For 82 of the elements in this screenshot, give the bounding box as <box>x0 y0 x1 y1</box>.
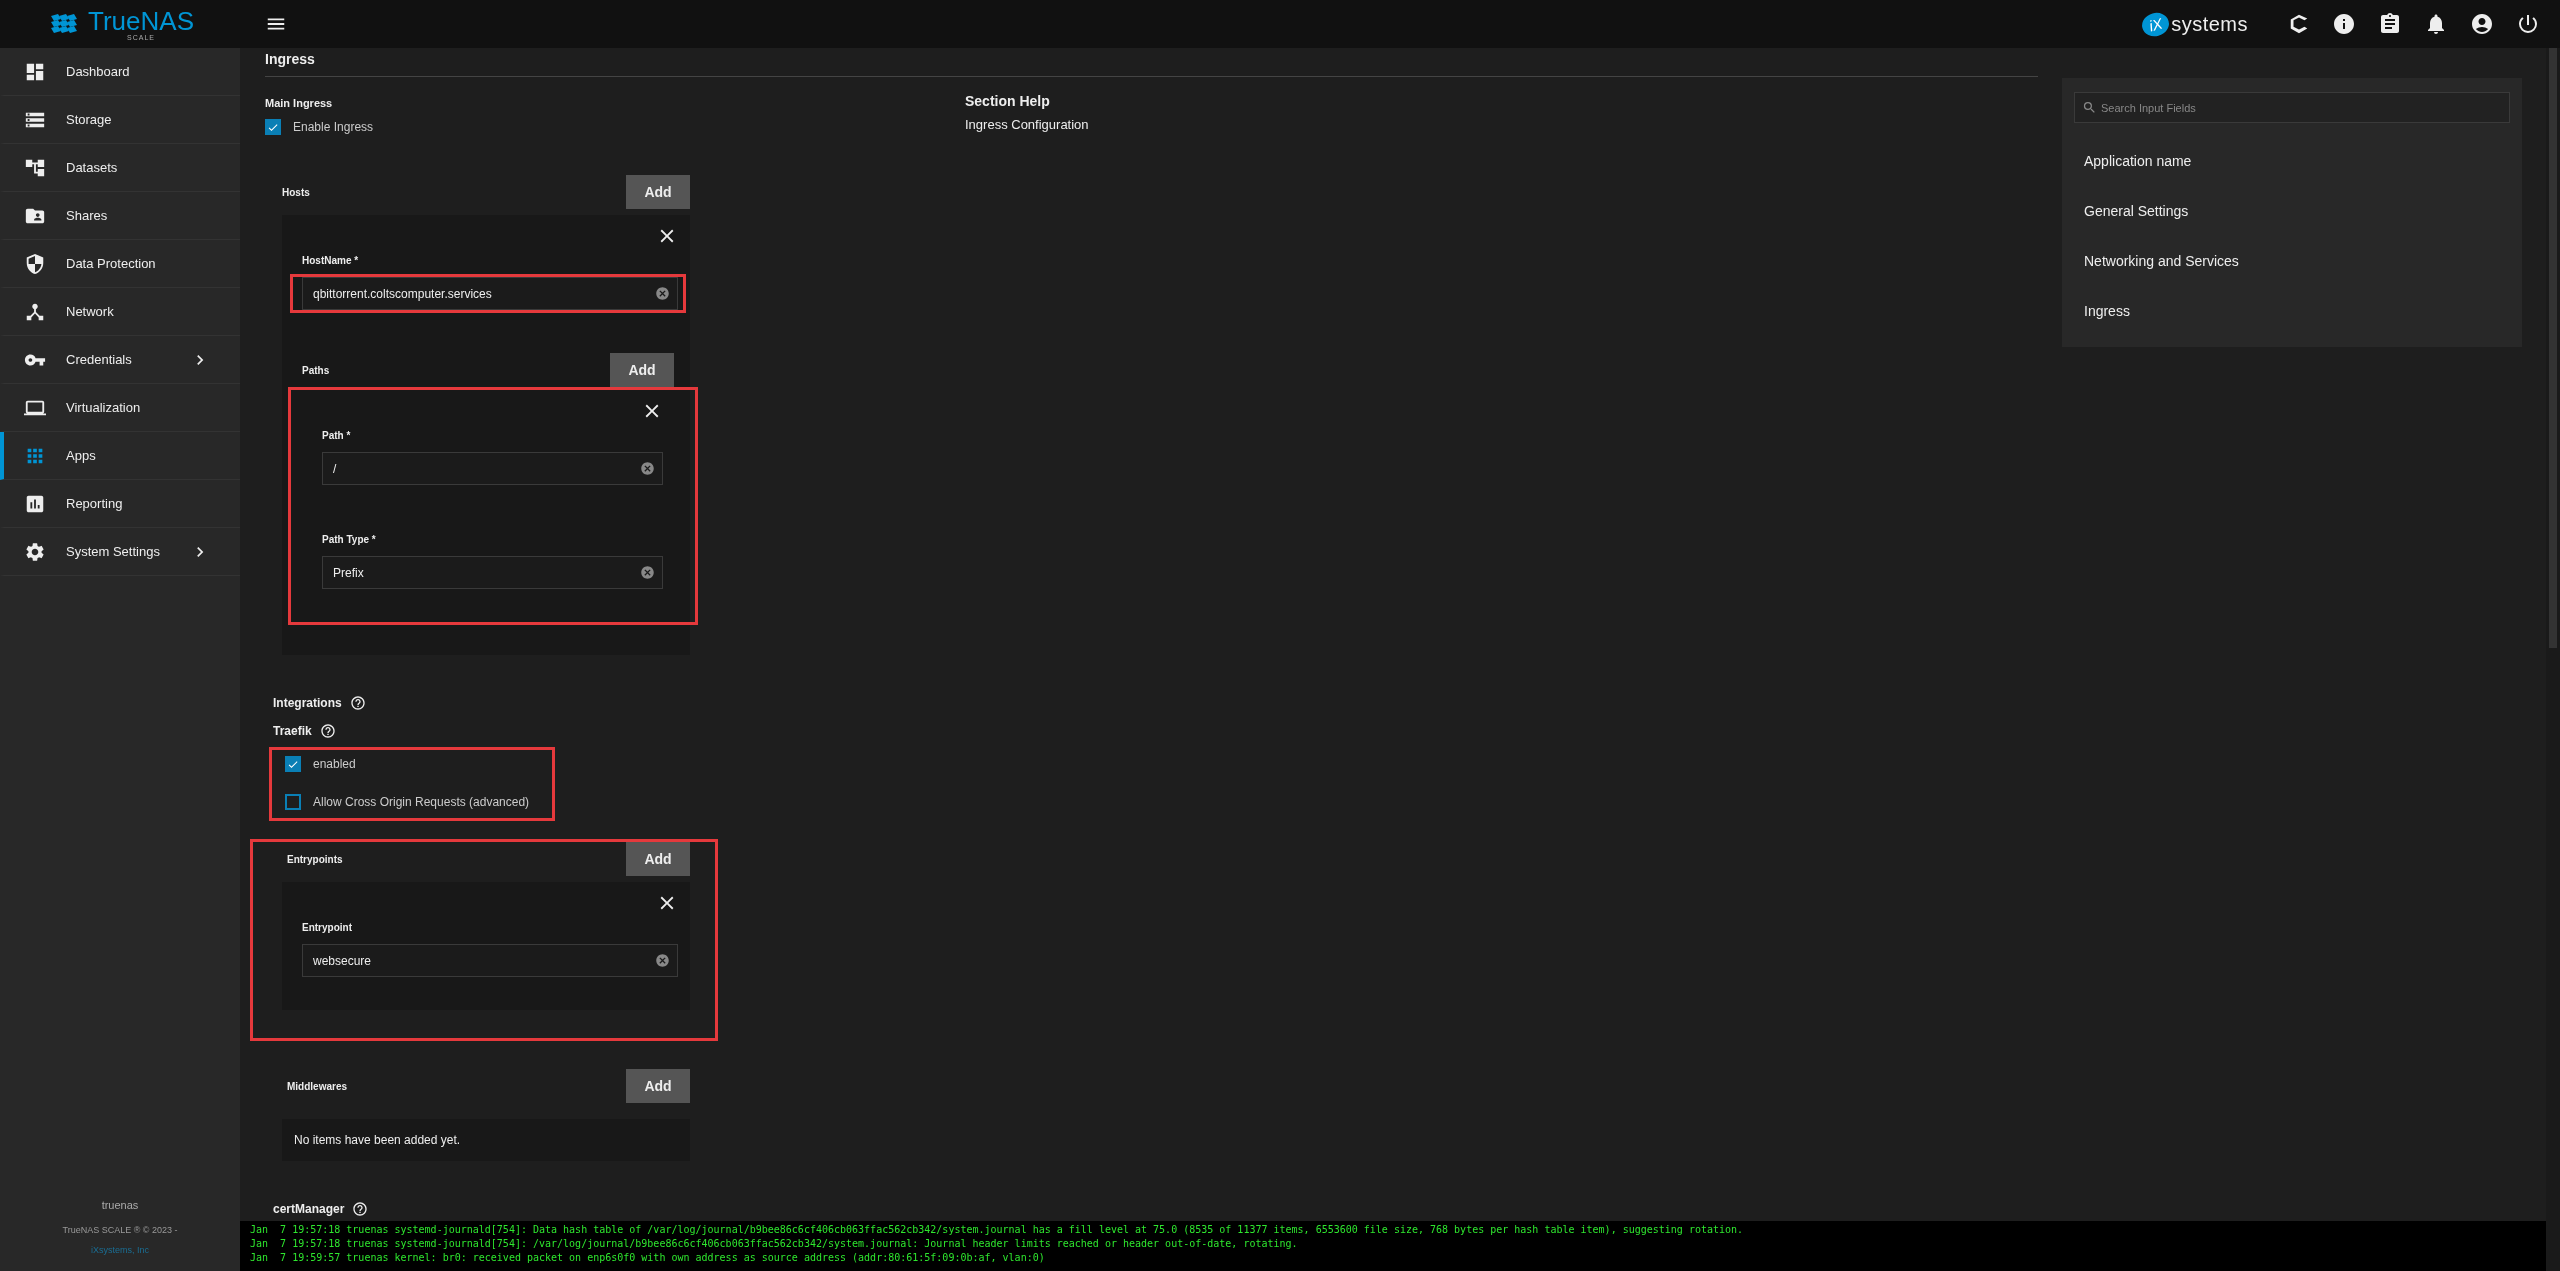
logo-text: TrueNAS <box>88 7 194 34</box>
console-line: Jan 7 19:57:18 truenas systemd-journald[754]: Data hash table of /var/log/journal/b9bee86c6cf406cb063ffac562cb342/system.journal has a fill level at 75.0 (8535 of 11377 items, 6553600 file size, 768 bytes per hash table item), suggesting rotation. <box>250 1223 1745 1237</box>
checkbox-label: Enable Ingress <box>293 120 374 134</box>
settings-icon <box>24 540 46 563</box>
sidebar-item[interactable]: System Settings <box>0 528 240 576</box>
sidebar-item[interactable]: Network <box>0 288 240 336</box>
sidebar-label: Datasets <box>66 160 119 175</box>
empty-message: No items have been added yet. <box>282 1119 690 1161</box>
help-text: Ingress Configuration <box>965 117 1090 132</box>
field-label: HostName * <box>302 255 360 266</box>
sidebar-label: Data Protection <box>66 256 157 271</box>
clear-icon[interactable] <box>655 286 670 301</box>
sidebar-label: Dashboard <box>66 64 131 79</box>
sidebar-item[interactable]: Datasets <box>0 144 240 192</box>
checkbox[interactable] <box>265 119 281 135</box>
text-field[interactable]: Prefix <box>322 556 663 589</box>
checkbox-row[interactable]: enabled <box>285 756 536 772</box>
text-field[interactable]: websecure <box>302 944 678 977</box>
sidebar-item[interactable]: Reporting <box>0 480 240 528</box>
vendor-logo-text: systems <box>2171 12 2248 36</box>
clear-icon[interactable] <box>640 565 655 580</box>
sidebar-label: Apps <box>66 448 97 463</box>
add-button[interactable]: Add <box>610 353 674 387</box>
shield-icon <box>24 252 46 275</box>
hostname-text: truenas <box>101 1199 139 1211</box>
help-icon[interactable] <box>352 1201 369 1217</box>
sidebar-label: Reporting <box>66 496 124 511</box>
clipboard-icon[interactable] <box>2378 12 2402 36</box>
checkbox-row[interactable]: Allow Cross Origin Requests (advanced) <box>285 794 536 810</box>
text-field[interactable]: / <box>322 452 663 485</box>
console-line: Jan 7 19:59:57 truenas kernel: br0: received packet on enp6s0f0 with own address as source address (addr:80:61:5f:09:0b:af, vlan:0) <box>250 1251 1046 1265</box>
clear-icon[interactable] <box>640 461 655 476</box>
sidebar-item[interactable]: Virtualization <box>0 384 240 432</box>
checkbox-label: Allow Cross Origin Requests (advanced) <box>313 795 530 809</box>
console-line: Jan 7 19:57:18 truenas systemd-journald[754]: /var/log/journal/b9bee86c6cf406cb063ffac562cb342/system.journal: Journal header limits reached or header out-of-date, rotating. <box>250 1237 1299 1251</box>
field-label: Entrypoint <box>302 922 353 933</box>
list-label: Hosts <box>282 186 310 198</box>
clear-icon[interactable] <box>655 953 670 968</box>
add-button[interactable]: Add <box>626 175 690 209</box>
checkbox[interactable] <box>285 794 301 810</box>
sidebar-label: System Settings <box>66 544 161 559</box>
field-label: Path * <box>322 430 352 441</box>
account-icon[interactable] <box>2470 12 2494 36</box>
text-field[interactable]: qbittorrent.coltscomputer.services <box>302 277 678 310</box>
field-label: Path Type * <box>322 534 377 545</box>
sidebar-item[interactable]: Storage <box>0 96 240 144</box>
cert-manager-title: certManager <box>273 1202 345 1216</box>
help-icon[interactable] <box>319 723 336 739</box>
group-title: Main Ingress <box>265 97 334 109</box>
section-nav-link[interactable]: Networking and Services <box>2074 237 2510 287</box>
sidebar-item[interactable]: Apps <box>0 432 240 480</box>
add-button[interactable]: Add <box>626 842 690 876</box>
section-title: Ingress <box>265 48 2038 77</box>
checkbox[interactable] <box>285 756 301 772</box>
info-icon[interactable] <box>2332 12 2356 36</box>
copyright-text: TrueNAS SCALE ® © 2023 - <box>62 1225 178 1235</box>
power-icon[interactable] <box>2516 12 2540 36</box>
sidebar-label: Storage <box>66 112 113 127</box>
section-nav-link[interactable]: Application name <box>2074 137 2510 187</box>
checkbox-row[interactable]: Enable Ingress <box>265 119 965 135</box>
integrations-title: Integrations <box>273 696 342 710</box>
search-field[interactable]: Search Input Fields <box>2074 92 2510 123</box>
list-label: Middlewares <box>286 1080 348 1092</box>
sidebar-item[interactable]: Dashboard <box>0 48 240 96</box>
scrollbar[interactable] <box>2546 48 2560 1271</box>
add-button[interactable]: Add <box>626 1069 690 1103</box>
sidebar-label: Network <box>66 304 115 319</box>
sidebar-label: Credentials <box>66 352 133 367</box>
sidebar-item[interactable]: Shares <box>0 192 240 240</box>
checkbox-label: enabled <box>313 757 356 771</box>
sidebar-item[interactable]: Data Protection <box>0 240 240 288</box>
sidebar-label: Shares <box>66 208 109 223</box>
help-icon[interactable] <box>349 695 366 711</box>
traefik-title: Traefik <box>273 724 312 738</box>
list-label: Entrypoints <box>286 853 343 865</box>
help-title: Section Help <box>965 93 1051 109</box>
sidebar-label: Virtualization <box>66 400 142 415</box>
section-nav-link[interactable]: General Settings <box>2074 187 2510 237</box>
sidebar-item[interactable]: Credentials <box>0 336 240 384</box>
search-icon <box>2082 100 2097 115</box>
section-nav-link[interactable]: Ingress <box>2074 287 2510 337</box>
list-label: Paths <box>302 364 330 376</box>
